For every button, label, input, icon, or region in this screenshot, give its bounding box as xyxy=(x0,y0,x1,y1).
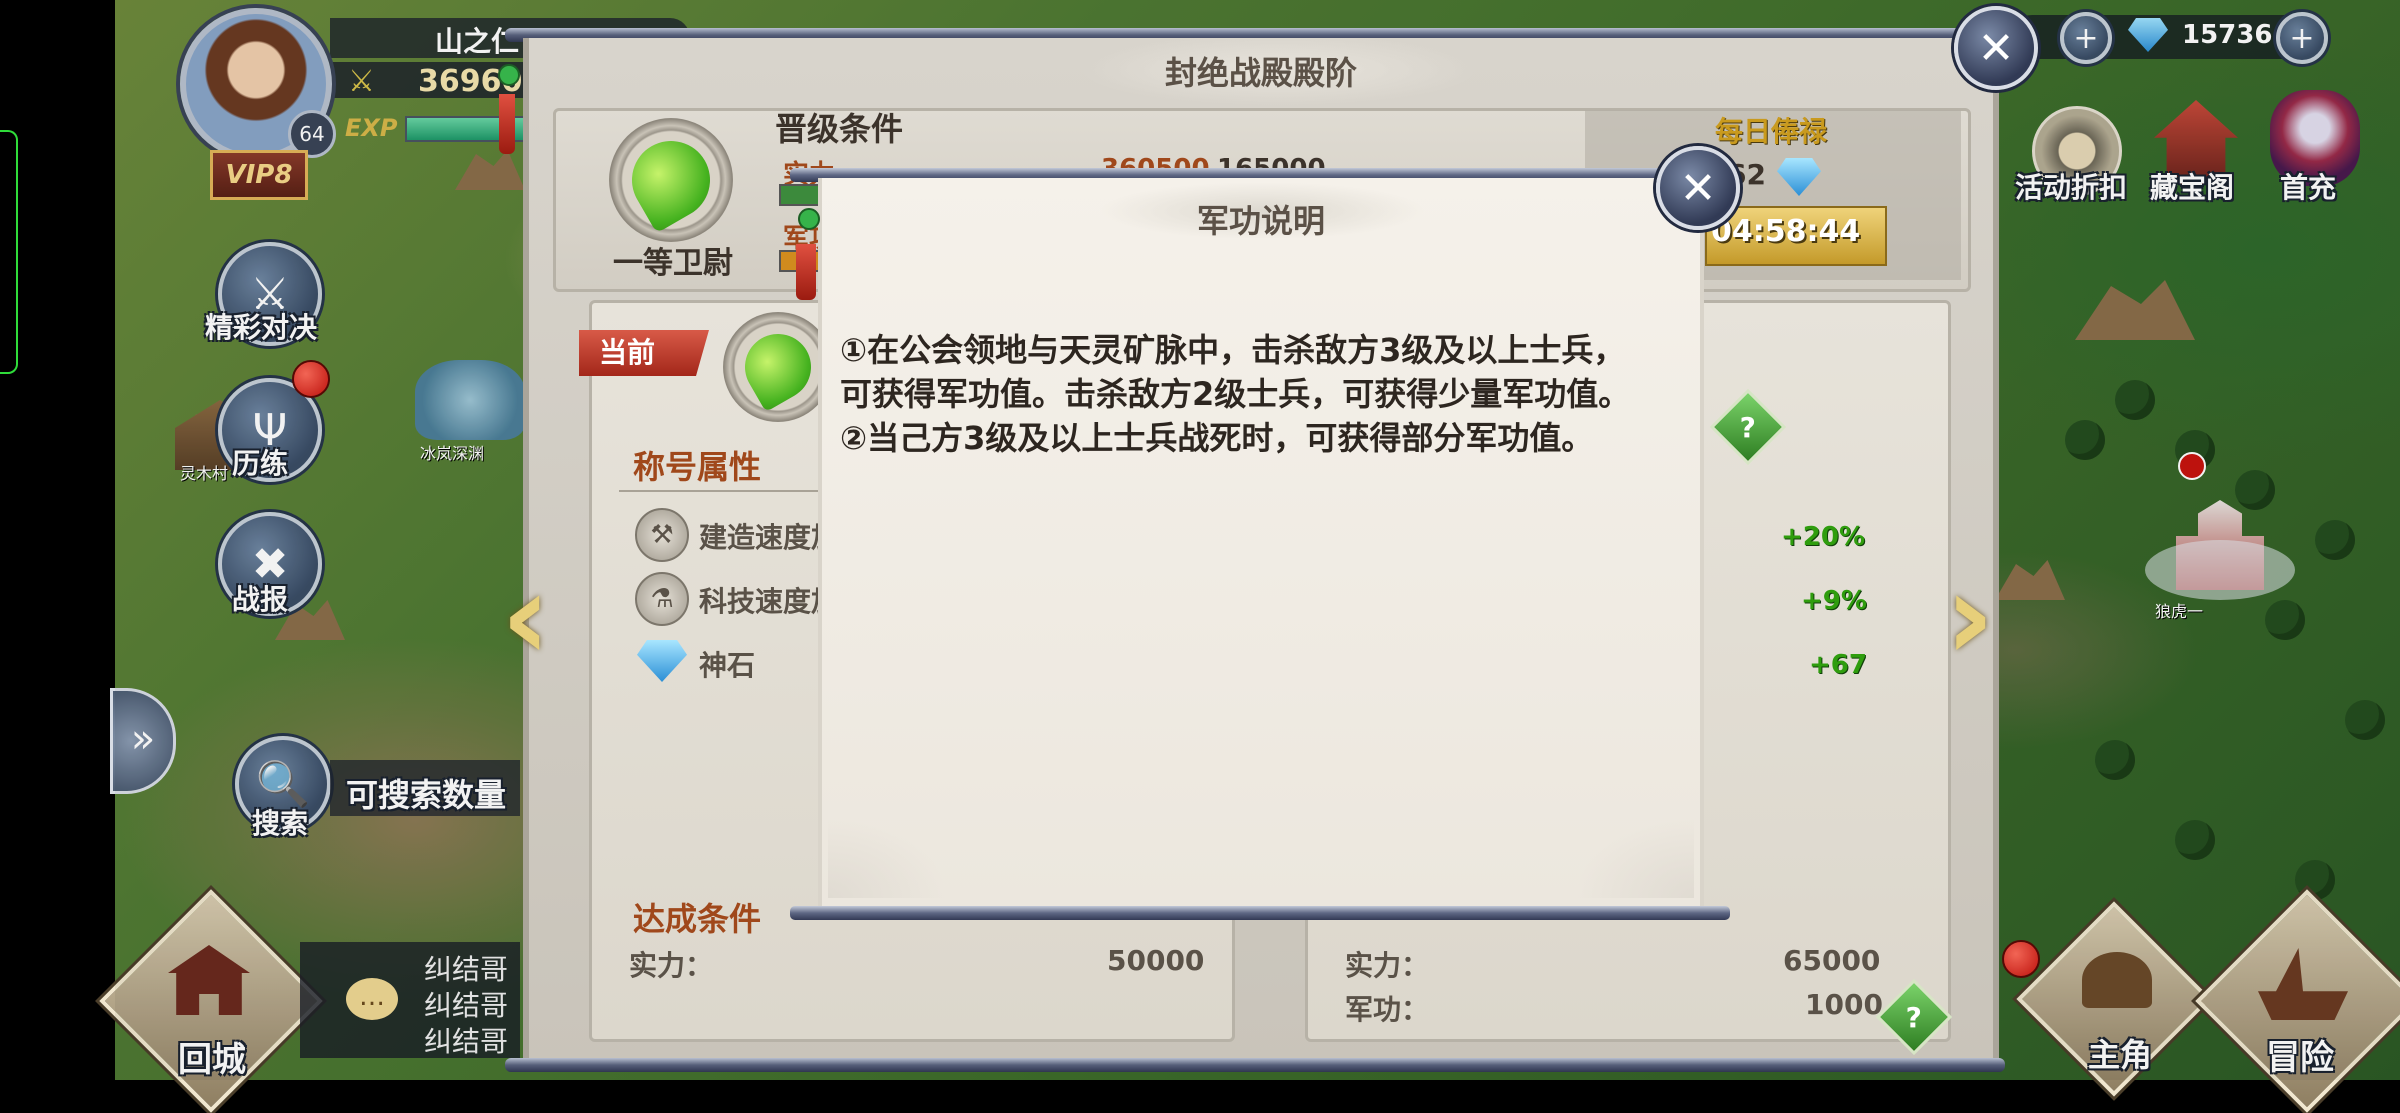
right-condition-label-merit: 军功： xyxy=(1345,993,1430,1026)
corner-ornament xyxy=(828,818,948,898)
rank-dialog-close-button[interactable]: ✕ xyxy=(1954,6,2038,90)
right-condition-value-merit: 1000 xyxy=(1805,988,1883,1021)
question-icon: ? xyxy=(1905,1000,1923,1034)
corner-ornament xyxy=(1574,818,1694,898)
next-rank-arrow[interactable]: › xyxy=(1945,548,1994,687)
attr-value-gem: +67 xyxy=(1809,650,1867,680)
achieve-heading-left: 达成条件 xyxy=(633,900,762,938)
bead-ornament xyxy=(798,208,820,230)
merit-line: ①在公会领地与天灵矿脉中，击杀敌方3级及以上士兵， xyxy=(840,331,1626,369)
right-condition-label-power: 实力： xyxy=(1345,949,1430,982)
left-condition-value: 50000 xyxy=(1107,944,1205,977)
scroll-rod-bottom xyxy=(505,1058,2005,1072)
merit-line: 可获得军功值。击杀敌方2级士兵，可获得少量军功值。 xyxy=(840,375,1631,413)
tassel-ornament xyxy=(499,94,515,154)
leaf-rank-icon xyxy=(617,126,725,234)
merit-popup-text: ①在公会领地与天灵矿脉中，击杀敌方3级及以上士兵， 可获得军功值。击杀敌方2级士… xyxy=(840,328,1690,460)
merit-info-popup: 军功说明 ①在公会领地与天灵矿脉中，击杀敌方3级及以上士兵， 可获得军功值。击杀… xyxy=(790,168,1730,920)
question-icon: ? xyxy=(1739,410,1757,444)
promotion-heading: 晋级条件 xyxy=(775,110,904,148)
attr-heading: 称号属性 xyxy=(633,448,762,486)
merit-popup-close-button[interactable]: ✕ xyxy=(1656,146,1740,230)
flask-icon: ⚗ xyxy=(635,572,689,626)
notch-indicator xyxy=(0,130,18,374)
attr-value-tech: +9% xyxy=(1801,586,1867,616)
prev-rank-arrow[interactable]: ‹ xyxy=(501,548,550,687)
salary-timer: 04:58:44 xyxy=(1711,214,1861,249)
rank-emblem xyxy=(609,118,733,242)
attr-value-build: +20% xyxy=(1781,522,1866,552)
scroll-rod-bottom xyxy=(790,906,1730,920)
close-icon: ✕ xyxy=(1977,22,2015,74)
left-condition-label: 实力： xyxy=(629,949,714,982)
merit-line: ②当己方3级及以上士兵战死时，可获得部分军功值。 xyxy=(840,419,1594,457)
merit-popup-title: 军功说明 xyxy=(1196,202,1325,240)
rank-dialog-title: 封绝战殿殿阶 xyxy=(1164,54,1357,92)
daily-salary-heading: 每日俸禄 xyxy=(1715,115,1828,148)
current-tag: 当前 xyxy=(579,330,709,376)
right-condition-value-power: 65000 xyxy=(1783,944,1881,977)
bead-ornament xyxy=(498,64,520,86)
close-icon: ✕ xyxy=(1679,162,1717,214)
merit-popup-body: 军功说明 ①在公会领地与天灵矿脉中，击杀敌方3级及以上士兵， 可获得军功值。击杀… xyxy=(818,178,1704,908)
rank-name: 一等卫尉 xyxy=(613,246,733,281)
hammer-icon: ⚒ xyxy=(635,508,689,562)
attr-label-gem: 神石 xyxy=(699,649,756,682)
tassel-ornament xyxy=(796,244,816,300)
